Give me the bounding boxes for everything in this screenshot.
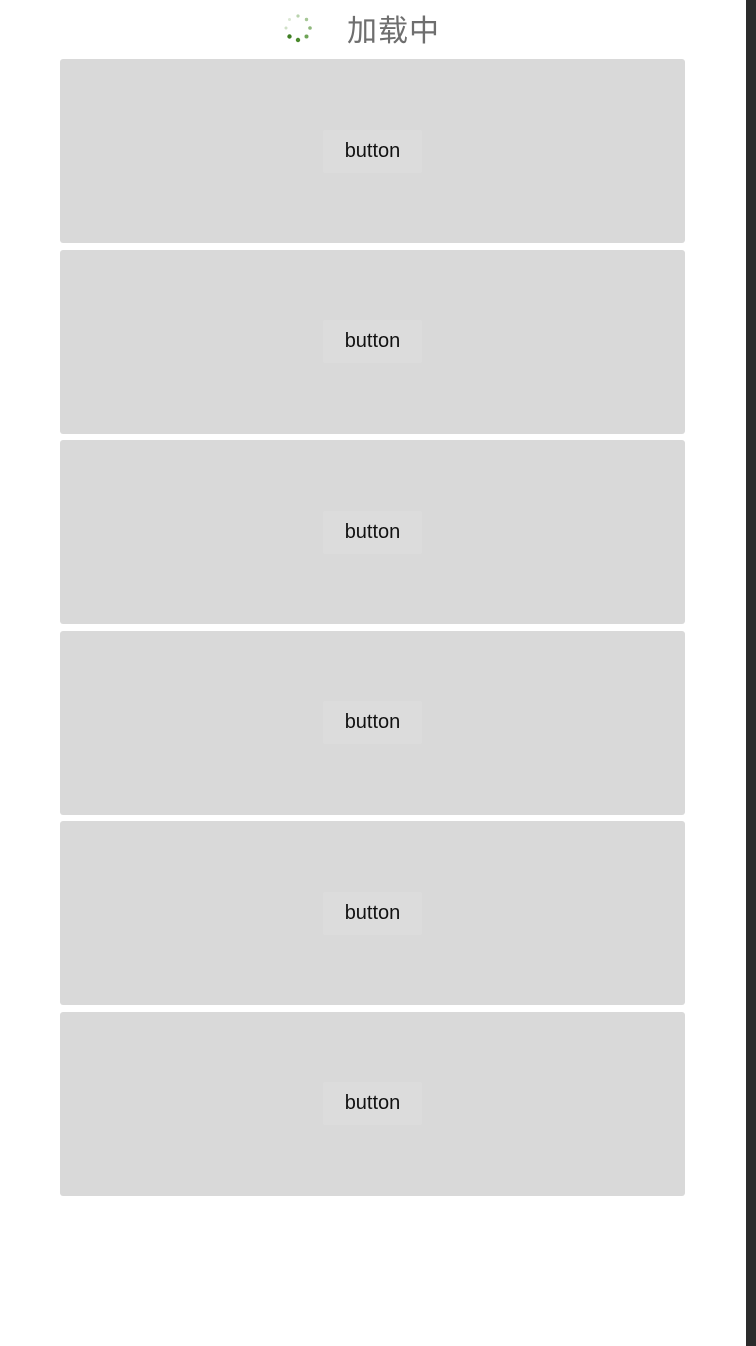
loading-indicator: 加载中 — [0, 0, 746, 56]
list-item: button — [60, 59, 685, 243]
list-item-button[interactable]: button — [322, 891, 423, 935]
loading-text: 加载中 — [347, 14, 440, 49]
page: 加载中 button button button button button b… — [0, 0, 746, 1346]
list-item-button[interactable]: button — [322, 129, 423, 173]
list-item-button[interactable]: button — [322, 1082, 423, 1126]
spinner-icon — [282, 12, 314, 44]
list-item-button[interactable]: button — [322, 701, 423, 745]
list-item-button[interactable]: button — [322, 320, 423, 364]
button-list: button button button button button butto… — [60, 59, 685, 1203]
list-item: button — [60, 821, 685, 1006]
list-item: button — [60, 440, 685, 625]
list-item: button — [60, 249, 685, 434]
list-item-button[interactable]: button — [322, 510, 423, 554]
list-item: button — [60, 1011, 685, 1196]
list-item: button — [60, 630, 685, 815]
scrollbar[interactable] — [746, 0, 756, 1346]
